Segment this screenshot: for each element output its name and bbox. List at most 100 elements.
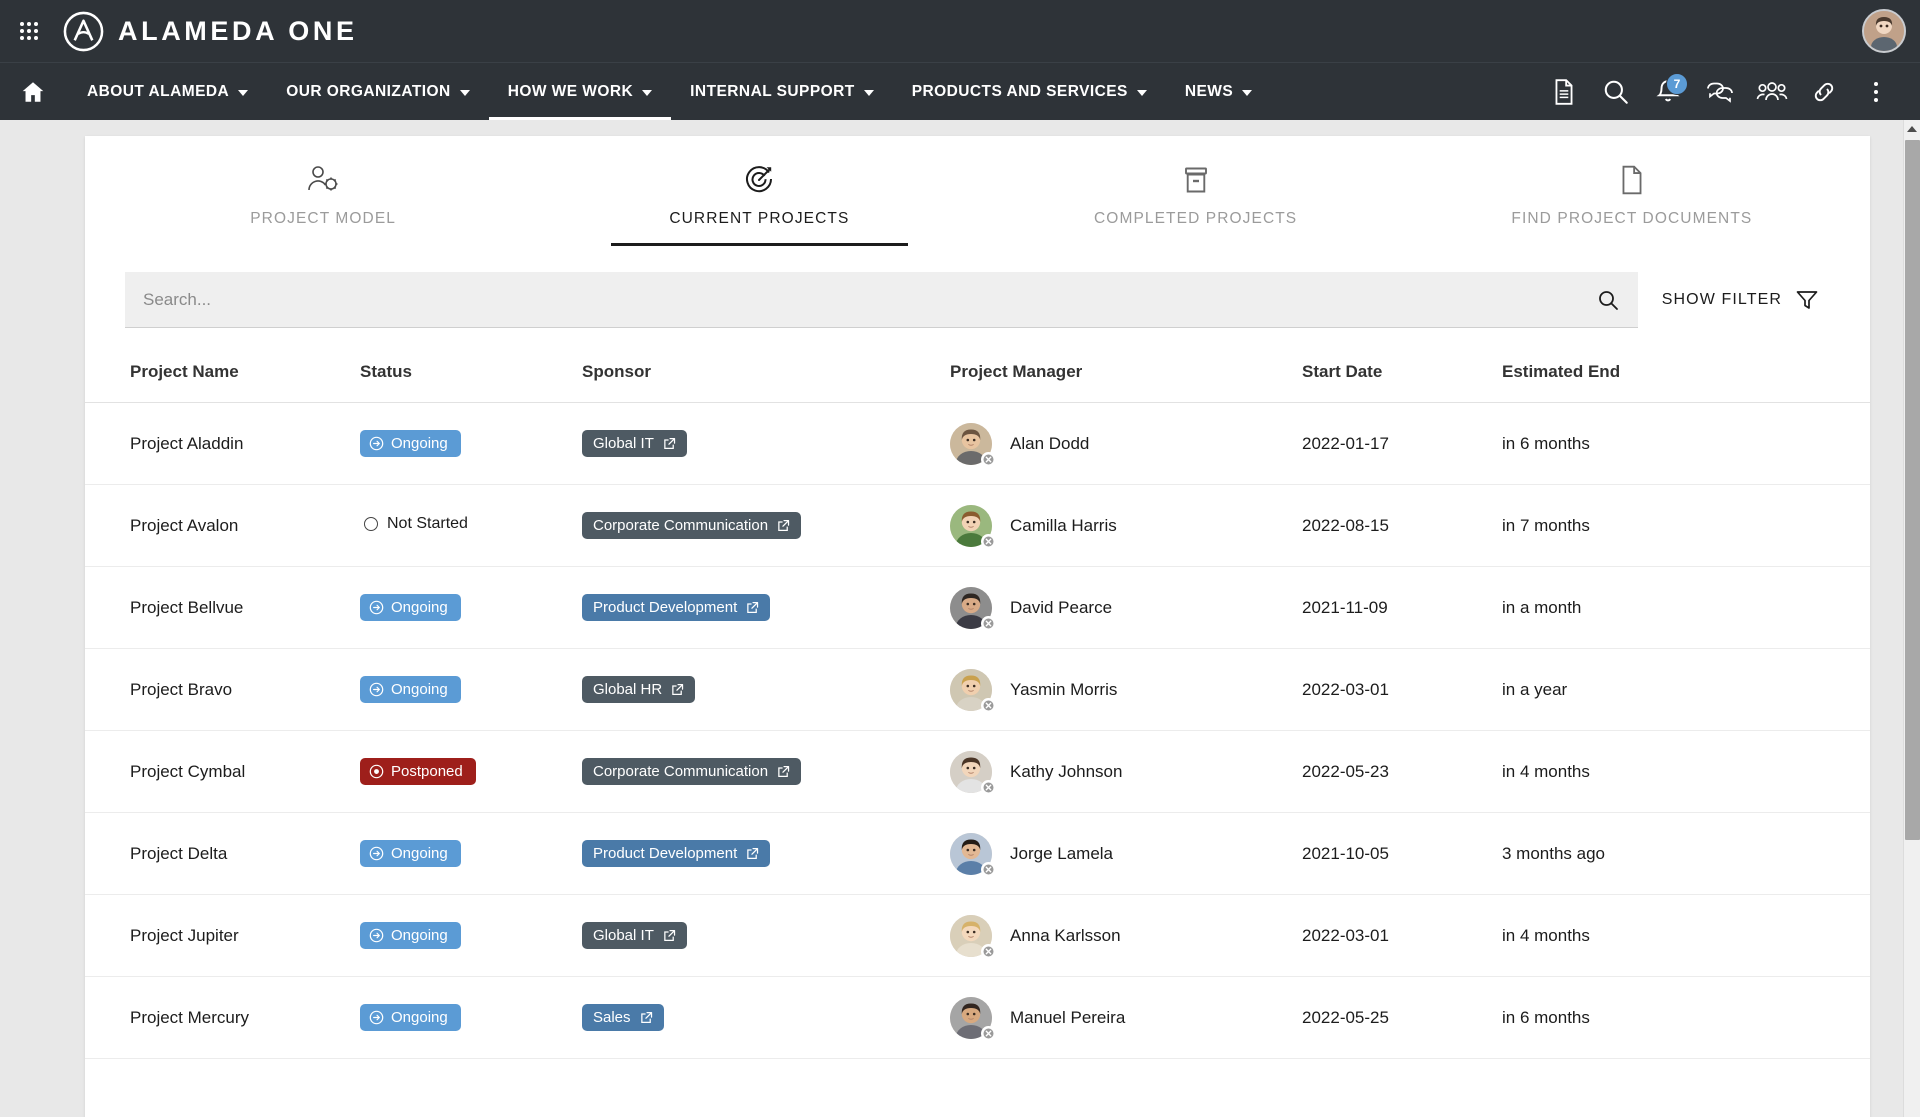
cell-sponsor: Global IT: [572, 894, 940, 977]
status-label: Ongoing: [391, 681, 448, 698]
table-row[interactable]: Project Delta Ongoing Product Developmen…: [85, 812, 1870, 895]
cell-project-name[interactable]: Project Bravo: [85, 648, 350, 731]
arrow-circle-icon: [369, 682, 384, 697]
nav-item-about-alameda[interactable]: ABOUT ALAMEDA: [68, 63, 267, 120]
table-row[interactable]: Project Bellvue Ongoing Product Developm…: [85, 566, 1870, 649]
cell-project-name[interactable]: Project Cymbal: [85, 730, 350, 813]
arrow-circle-icon: [369, 1010, 384, 1025]
cell-status: Ongoing: [350, 648, 572, 731]
status-badge-postponed[interactable]: Postponed: [360, 758, 476, 785]
home-button[interactable]: [0, 63, 68, 120]
profile-avatar[interactable]: [1862, 9, 1906, 53]
avatar[interactable]: [950, 668, 996, 713]
cell-sponsor: Corporate Communication: [572, 484, 940, 567]
brand-logo-link[interactable]: ALAMEDA ONE: [62, 10, 358, 53]
project-manager-name[interactable]: Jorge Lamela: [1010, 844, 1113, 864]
table-row[interactable]: Project Mercury Ongoing Sales Manuel Per…: [85, 976, 1870, 1059]
sponsor-badge[interactable]: Sales: [582, 1004, 664, 1031]
link-icon-button[interactable]: [1798, 63, 1850, 121]
sponsor-badge[interactable]: Global IT: [582, 922, 687, 949]
project-manager-name[interactable]: Kathy Johnson: [1010, 762, 1122, 782]
cell-project-name[interactable]: Project Jupiter: [85, 894, 350, 977]
scrollbar-thumb[interactable]: [1905, 140, 1920, 840]
kebab-menu-icon-button[interactable]: [1850, 63, 1902, 121]
project-manager-name[interactable]: Manuel Pereira: [1010, 1008, 1125, 1028]
tab-completed-projects[interactable]: COMPLETED PROJECTS: [978, 136, 1414, 246]
avatar[interactable]: [950, 832, 996, 877]
table-row[interactable]: Project Jupiter Ongoing Global IT Anna K…: [85, 894, 1870, 977]
search-input[interactable]: [143, 289, 1596, 310]
cell-estimated-end: in 6 months: [1492, 976, 1870, 1059]
sponsor-badge[interactable]: Product Development: [582, 840, 771, 867]
status-label: Ongoing: [391, 599, 448, 616]
nav-item-news[interactable]: NEWS: [1166, 63, 1271, 120]
show-filter-button[interactable]: SHOW FILTER: [1662, 287, 1834, 313]
status-not-started[interactable]: Not Started: [360, 515, 468, 533]
tab-find-project-documents[interactable]: FIND PROJECT DOCUMENTS: [1414, 136, 1850, 246]
chevron-down-icon: [1136, 89, 1147, 96]
status-badge-ongoing[interactable]: Ongoing: [360, 922, 461, 949]
sponsor-label: Corporate Communication: [593, 517, 769, 534]
notifications-button[interactable]: 7: [1642, 63, 1694, 121]
scroll-up-button[interactable]: [1904, 120, 1920, 137]
project-manager-name[interactable]: Anna Karlsson: [1010, 926, 1121, 946]
status-badge-ongoing[interactable]: Ongoing: [360, 430, 461, 457]
people-icon-button[interactable]: [1746, 63, 1798, 121]
cell-project-name[interactable]: Project Aladdin: [85, 402, 350, 485]
table-row[interactable]: Project Aladdin Ongoing Global IT Alan D…: [85, 402, 1870, 485]
project-manager-name[interactable]: Alan Dodd: [1010, 434, 1089, 454]
nav-item-our-organization[interactable]: OUR ORGANIZATION: [267, 63, 489, 120]
avatar[interactable]: [950, 422, 996, 467]
avatar[interactable]: [950, 996, 996, 1041]
cell-project-name[interactable]: Project Delta: [85, 812, 350, 895]
app-grid-icon[interactable]: [10, 12, 48, 50]
avatar[interactable]: [950, 504, 996, 549]
cell-start-date: 2021-11-09: [1292, 566, 1492, 649]
status-badge-ongoing[interactable]: Ongoing: [360, 676, 461, 703]
avatar[interactable]: [950, 914, 996, 959]
column-header-project-manager[interactable]: Project Manager: [940, 350, 1292, 403]
status-badge-ongoing[interactable]: Ongoing: [360, 594, 461, 621]
column-header-project-name[interactable]: Project Name: [85, 350, 350, 403]
tab-current-projects[interactable]: CURRENT PROJECTS: [541, 136, 977, 246]
nav-item-products-and-services[interactable]: PRODUCTS AND SERVICES: [893, 63, 1166, 120]
sponsor-badge[interactable]: Corporate Communication: [582, 758, 802, 785]
project-manager-name[interactable]: Camilla Harris: [1010, 516, 1117, 536]
cell-sponsor: Global IT: [572, 402, 940, 485]
avatar[interactable]: [950, 750, 996, 795]
chat-icon-button[interactable]: [1694, 63, 1746, 121]
vertical-scrollbar[interactable]: [1903, 120, 1920, 1117]
search-icon[interactable]: [1596, 288, 1620, 312]
cell-project-name[interactable]: Project Avalon: [85, 484, 350, 567]
column-header-sponsor[interactable]: Sponsor: [572, 350, 940, 403]
table-row[interactable]: Project Cymbal Postponed Corporate Commu…: [85, 730, 1870, 813]
sponsor-badge[interactable]: Global IT: [582, 430, 687, 457]
document-icon-button[interactable]: [1538, 63, 1590, 121]
sponsor-badge[interactable]: Global HR: [582, 676, 696, 703]
status-badge-ongoing[interactable]: Ongoing: [360, 840, 461, 867]
cell-project-name[interactable]: Project Mercury: [85, 976, 350, 1059]
tab-project-model[interactable]: PROJECT MODEL: [105, 136, 541, 246]
sponsor-badge[interactable]: Corporate Communication: [582, 512, 802, 539]
nav-item-internal-support[interactable]: INTERNAL SUPPORT: [671, 63, 893, 120]
cell-start-date: 2022-05-25: [1292, 976, 1492, 1059]
column-header-estimated-end[interactable]: Estimated End: [1492, 350, 1870, 403]
document-icon: [1555, 78, 1573, 105]
tab-label: FIND PROJECT DOCUMENTS: [1511, 210, 1753, 227]
nav-item-how-we-work[interactable]: HOW WE WORK: [488, 63, 672, 120]
table-row[interactable]: Project Avalon Not Started Corporate Com…: [85, 484, 1870, 567]
column-header-start-date[interactable]: Start Date: [1292, 350, 1492, 403]
sponsor-badge[interactable]: Product Development: [582, 594, 771, 621]
status-badge-ongoing[interactable]: Ongoing: [360, 1004, 461, 1031]
column-header-status[interactable]: Status: [350, 350, 572, 403]
project-manager-name[interactable]: Yasmin Morris: [1010, 680, 1117, 700]
search-box[interactable]: [125, 272, 1638, 328]
nav-label: NEWS: [1184, 82, 1234, 100]
avatar[interactable]: [950, 586, 996, 631]
funnel-icon: [1796, 291, 1818, 309]
table-row[interactable]: Project Bravo Ongoing Global HR Yasmin M…: [85, 648, 1870, 731]
cell-project-name[interactable]: Project Bellvue: [85, 566, 350, 649]
project-manager-name[interactable]: David Pearce: [1010, 598, 1112, 618]
cell-start-date: 2022-08-15: [1292, 484, 1492, 567]
search-icon-button[interactable]: [1590, 63, 1642, 121]
